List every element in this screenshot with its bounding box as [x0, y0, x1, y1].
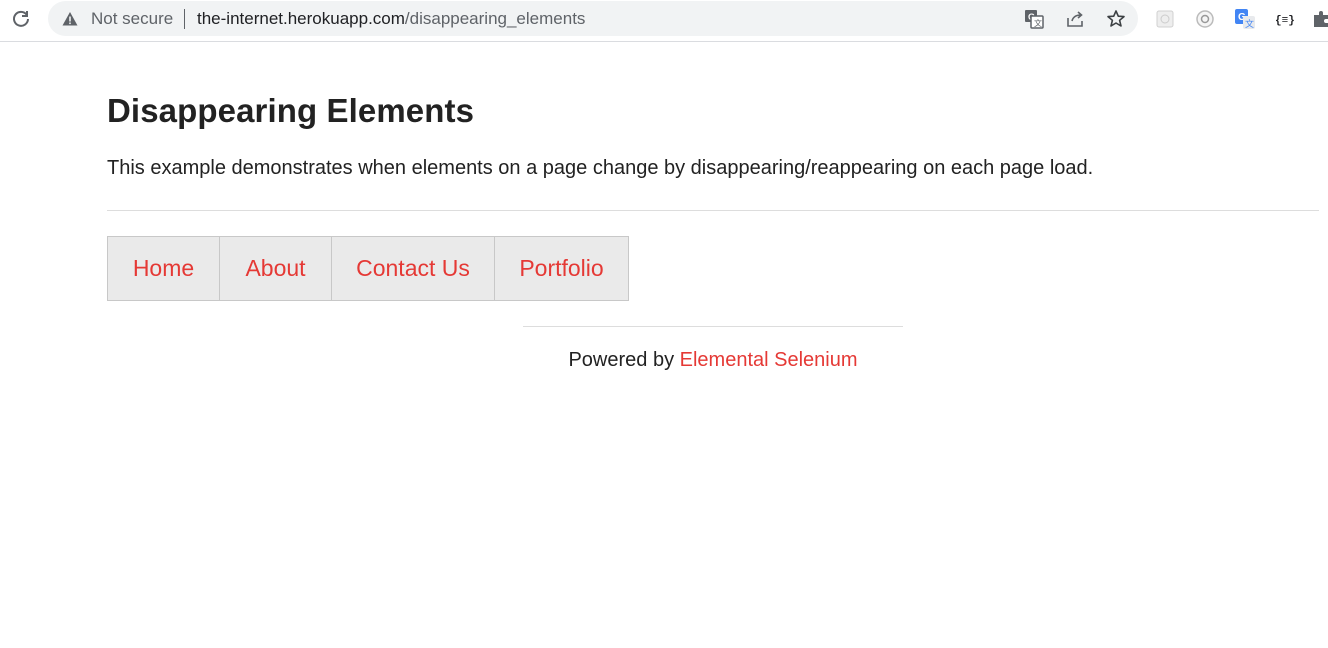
svg-text:{≡}: {≡} — [1275, 15, 1295, 27]
footer-link[interactable]: Elemental Selenium — [680, 349, 858, 371]
reload-icon[interactable] — [9, 7, 33, 31]
star-icon[interactable] — [1105, 8, 1127, 30]
svg-text:文: 文 — [1245, 18, 1254, 29]
share-icon[interactable] — [1064, 8, 1086, 30]
ext-eye-icon[interactable] — [1194, 8, 1216, 30]
separator — [184, 9, 185, 29]
footer-prefix: Powered by — [568, 349, 680, 371]
svg-text:文: 文 — [1034, 18, 1042, 28]
address-bar[interactable]: Not secure the-internet.herokuapp.com/di… — [48, 1, 1138, 36]
json-icon[interactable]: {≡} — [1274, 8, 1296, 30]
page-title: Disappearing Elements — [107, 92, 475, 129]
nav-menu: Home About Contact Us Portfolio — [107, 236, 629, 301]
divider — [107, 210, 1319, 211]
menu-link-home[interactable]: Home — [133, 255, 194, 282]
menu-item-portfolio[interactable]: Portfolio — [494, 236, 629, 301]
menu-item-contact-us[interactable]: Contact Us — [331, 236, 495, 301]
google-translate-icon[interactable]: G 文 — [1234, 8, 1256, 30]
page-footer: Powered by Elemental Selenium — [0, 349, 1328, 372]
puzzle-icon[interactable] — [1310, 8, 1328, 30]
security-label[interactable]: Not secure — [91, 9, 173, 29]
warning-icon[interactable] — [62, 11, 78, 27]
url-host: the-internet.herokuapp.com — [197, 9, 405, 28]
url-text[interactable]: the-internet.herokuapp.com/disappearing_… — [197, 9, 585, 29]
page-description: This example demonstrates when elements … — [107, 157, 1094, 179]
browser-toolbar: Not secure the-internet.herokuapp.com/di… — [0, 0, 1328, 42]
ext-gray-icon[interactable] — [1154, 8, 1176, 30]
menu-item-about[interactable]: About — [219, 236, 332, 301]
menu-item-home[interactable]: Home — [107, 236, 220, 301]
url-path: /disappearing_elements — [404, 9, 586, 28]
footer-divider — [523, 326, 903, 327]
translate-icon[interactable]: G 文 — [1023, 8, 1045, 30]
menu-link-portfolio[interactable]: Portfolio — [519, 255, 603, 282]
menu-link-about[interactable]: About — [245, 255, 305, 282]
menu-link-contact-us[interactable]: Contact Us — [356, 255, 470, 282]
